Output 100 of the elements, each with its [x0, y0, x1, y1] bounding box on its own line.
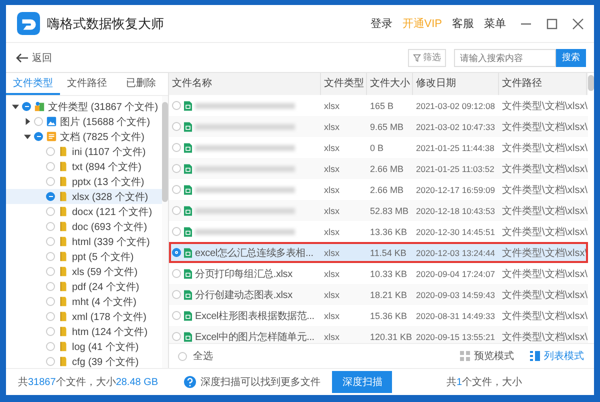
window-title: 嗨格式数据恢复大师 [47, 14, 164, 32]
row-checkbox[interactable] [172, 332, 181, 341]
tree-item[interactable]: xls (59 个文件) [6, 264, 162, 279]
tree-item[interactable]: htm (124 个文件) [6, 324, 162, 339]
back-link[interactable]: 返回 [16, 50, 52, 64]
table-row[interactable]: xlsx 165 B 2021-03-02 09:12:08 文件类型\文档\xlsx\ [169, 95, 588, 116]
filter-button[interactable]: 筛选 [408, 48, 446, 66]
search-field[interactable]: 请输入搜索内容 [454, 48, 556, 66]
scrollbar-thumb[interactable] [162, 102, 168, 202]
checkbox[interactable] [46, 147, 55, 156]
table-cell-text: 2021-03-02 10:47:33 [415, 122, 496, 132]
checkbox[interactable] [46, 222, 55, 231]
tree-label: xml (178 个文件) [72, 310, 146, 324]
tree-item[interactable]: xml (178 个文件) [6, 309, 162, 324]
title-link[interactable]: 登录 [370, 16, 392, 31]
search-button[interactable]: 搜索 [556, 48, 586, 66]
checkbox[interactable] [34, 132, 43, 141]
checkbox[interactable] [46, 327, 55, 336]
tree-item[interactable]: pptx (13 个文件) [6, 174, 162, 189]
table-row[interactable]: Excel柱形图表根据数据范... xlsx 15.36 KB 2020-08-31 14:49:33 文件类型\文档\xlsx\ [169, 305, 588, 326]
tree-item[interactable]: cfg (39 个文件) [6, 354, 162, 368]
table-cell-text: 2020-12-17 16:59:09 [415, 184, 496, 194]
tree-item[interactable]: ppt (5 个文件) [6, 249, 162, 264]
checkbox[interactable] [46, 297, 55, 306]
table-row[interactable]: 分行创建动态图表.xlsx xlsx 18.21 KB 2020-09-03 14:59:43 文件类型\文档\xlsx\ [169, 284, 588, 305]
tree-item[interactable]: 文件类型 (31867 个文件) [6, 99, 162, 114]
tree-item[interactable]: pdf (24 个文件) [6, 279, 162, 294]
expand-arrow-icon[interactable] [24, 133, 31, 140]
folder-icon [58, 191, 69, 202]
row-checkbox[interactable] [172, 122, 181, 131]
table-cell-text: 文件类型\文档\xlsx\ [501, 120, 587, 134]
sidebar-tab[interactable]: 文件路径 [60, 73, 114, 95]
row-checkbox[interactable] [172, 290, 181, 299]
tree-item[interactable]: ini (1107 个文件) [6, 144, 162, 159]
row-checkbox[interactable] [172, 248, 181, 257]
checkbox[interactable] [46, 237, 55, 246]
tree-label: xls (59 个文件) [72, 266, 138, 278]
title-link[interactable]: 客服 [452, 16, 474, 31]
tree-item[interactable]: 文档 (7825 个文件) [6, 129, 162, 144]
scrollbar-thumb[interactable] [588, 75, 594, 91]
tree-item[interactable]: log (41 个文件) [6, 339, 162, 354]
row-checkbox[interactable] [172, 143, 181, 152]
view-mode-toggle[interactable]: 预览模式 [460, 349, 514, 363]
checkbox[interactable] [46, 192, 55, 201]
table-cell-text: xlsx [323, 248, 340, 258]
table-cell-text: 2020-12-18 10:43:53 [415, 206, 496, 216]
tree-item[interactable]: xlsx (328 个文件) [6, 189, 162, 204]
sidebar-tab[interactable]: 已删除 [114, 73, 168, 95]
maximize-icon[interactable] [546, 18, 558, 30]
column-header[interactable]: 文件类型 [321, 73, 367, 95]
row-checkbox[interactable] [172, 269, 181, 278]
spreadsheet-file-icon [184, 268, 192, 278]
table-row[interactable]: xlsx 2.66 MB 2021-01-25 11:03:52 文件类型\文档\xlsx\ [169, 158, 588, 179]
checkbox[interactable] [46, 207, 55, 216]
tree-item[interactable]: doc (693 个文件) [6, 219, 162, 234]
expand-arrow-icon[interactable] [12, 103, 19, 110]
table-row[interactable]: xlsx 52.83 MB 2020-12-18 10:43:53 文件类型\文档\xlsx\ [169, 200, 588, 221]
table-row[interactable]: xlsx 2.66 MB 2020-12-17 16:59:09 文件类型\文档\xlsx\ [169, 179, 588, 200]
column-header[interactable]: 文件路径 [499, 73, 587, 95]
table-cell-text: xlsx [323, 164, 340, 174]
table-cell-text: 文件类型\文档\xlsx\ [501, 162, 587, 176]
tree-label: html (339 个文件) [72, 236, 150, 248]
checkbox[interactable] [46, 162, 55, 171]
select-all-checkbox[interactable] [178, 352, 187, 360]
sidebar-tab[interactable]: 文件类型 [6, 73, 60, 95]
folder-icon [58, 296, 69, 307]
checkbox[interactable] [46, 342, 55, 351]
tree-item[interactable]: docx (121 个文件) [6, 204, 162, 219]
checkbox[interactable] [22, 102, 31, 111]
table-row[interactable]: xlsx 0 B 2021-01-25 11:44:38 文件类型\文档\xlsx\ [169, 137, 588, 158]
title-link[interactable]: 菜单 [484, 16, 506, 31]
table-row[interactable]: Excel中的图片怎样随单元... xlsx 120.31 KB 2020-09-15 13:55:21 文件类型\文档\xlsx\ [169, 326, 588, 343]
checkbox[interactable] [46, 252, 55, 261]
column-header[interactable]: 修改日期 [413, 73, 499, 95]
tree-item[interactable]: txt (894 个文件) [6, 159, 162, 174]
close-icon[interactable] [572, 18, 584, 30]
checkbox[interactable] [46, 177, 55, 186]
checkbox[interactable] [46, 312, 55, 321]
checkbox[interactable] [46, 282, 55, 291]
tree-item[interactable]: html (339 个文件) [6, 234, 162, 249]
table-cell-text: xlsx [323, 290, 340, 300]
row-checkbox[interactable] [172, 206, 181, 215]
row-checkbox[interactable] [172, 101, 181, 110]
row-checkbox[interactable] [172, 227, 181, 236]
row-checkbox[interactable] [172, 185, 181, 194]
row-checkbox[interactable] [172, 164, 181, 173]
tree-item[interactable]: 图片 (15688 个文件) [6, 114, 162, 129]
table-row[interactable]: xlsx 9.65 MB 2021-03-02 10:47:33 文件类型\文档\xlsx\ [169, 116, 588, 137]
table-row[interactable]: xlsx 13.36 KB 2020-12-30 14:45:51 文件类型\文档\xlsx\ [169, 221, 588, 242]
deep-scan-button[interactable]: 深度扫描 [332, 371, 392, 393]
view-mode-toggle[interactable]: 列表模式 [530, 349, 584, 363]
checkbox[interactable] [46, 357, 55, 366]
column-header[interactable]: 文件名称 [169, 73, 321, 95]
checkbox[interactable] [46, 267, 55, 276]
tree-item[interactable]: mht (4 个文件) [6, 294, 162, 309]
expand-arrow-icon[interactable] [24, 118, 31, 125]
row-checkbox[interactable] [172, 311, 181, 320]
column-header[interactable]: 文件大小 [367, 73, 413, 95]
table-row[interactable]: 分页打印每组汇总.xlsx xlsx 10.33 KB 2020-09-04 17:24:07 文件类型\文档\xlsx\ [169, 263, 588, 284]
checkbox[interactable] [34, 117, 43, 126]
